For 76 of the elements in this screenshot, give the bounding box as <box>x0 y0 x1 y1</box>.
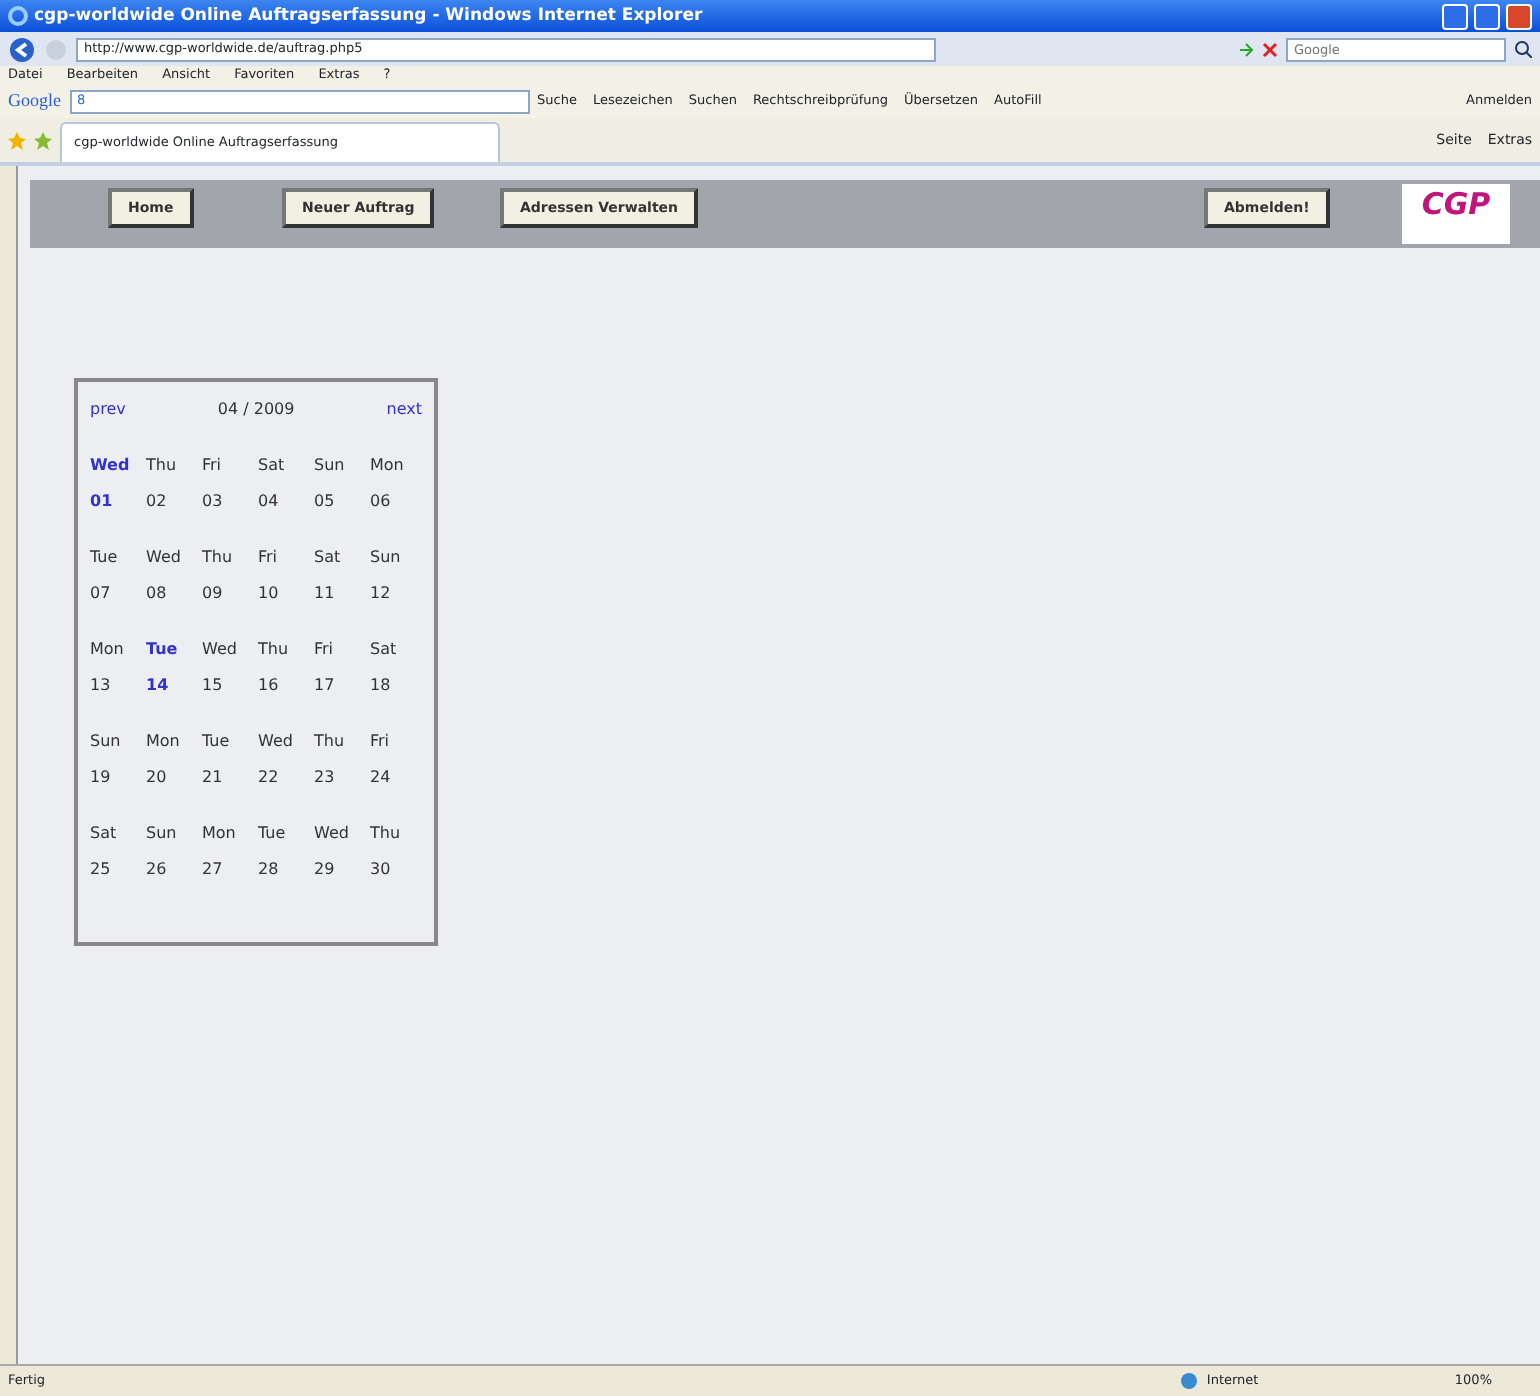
search-icon[interactable] <box>1514 40 1532 58</box>
weekday-label: Mon <box>202 822 238 846</box>
day-link[interactable]: 08 <box>146 582 202 606</box>
weekday-label: Thu <box>146 454 179 478</box>
back-icon[interactable] <box>8 35 36 63</box>
day-link[interactable]: 23 <box>314 766 370 790</box>
day-link[interactable]: 04 <box>258 490 314 514</box>
day-link[interactable]: 20 <box>146 766 202 790</box>
day-link[interactable]: 06 <box>370 490 426 514</box>
day-link[interactable]: 25 <box>90 858 146 882</box>
day-link[interactable]: 17 <box>314 674 370 698</box>
weekday-label: Fri <box>314 638 336 662</box>
day-link[interactable]: 09 <box>202 582 258 606</box>
maximize-button[interactable] <box>1474 3 1500 29</box>
weekday-label: Fri <box>370 730 392 754</box>
favorites-star-icon[interactable] <box>8 131 26 149</box>
weekday-label: Wed <box>202 638 239 662</box>
day-link[interactable]: 02 <box>146 490 202 514</box>
weekday-label: Mon <box>370 454 406 478</box>
weekday-label: Sat <box>90 822 119 846</box>
day-link[interactable]: 30 <box>370 858 426 882</box>
minimize-button[interactable] <box>1442 3 1468 29</box>
day-link[interactable]: 28 <box>258 858 314 882</box>
weekday-label: Thu <box>202 546 235 570</box>
weekday-label: Tue <box>146 638 180 662</box>
weekday-label: Sat <box>258 454 287 478</box>
weekday-label: Sat <box>370 638 399 662</box>
day-link[interactable]: 22 <box>258 766 314 790</box>
weekday-label: Tue <box>258 822 288 846</box>
window-title: cgp-worldwide Online Auftragserfassung - Windows Internet Explorer <box>34 3 703 29</box>
weekday-label: Fri <box>202 454 224 478</box>
weekday-label: Fri <box>258 546 280 570</box>
weekday-label: Wed <box>258 730 295 754</box>
refresh-icon[interactable] <box>1238 41 1254 57</box>
browser-icon <box>8 6 28 26</box>
day-link[interactable]: 10 <box>258 582 314 606</box>
day-link[interactable]: 19 <box>90 766 146 790</box>
weekday-label: Sun <box>90 730 123 754</box>
company-logo: CGP <box>1402 184 1510 244</box>
month-label: 04 / 2009 <box>217 398 295 422</box>
weekday-label: Thu <box>314 730 347 754</box>
day-link[interactable]: 18 <box>370 674 426 698</box>
day-link[interactable]: 01 <box>90 490 146 514</box>
day-link[interactable]: 14 <box>146 674 202 698</box>
weekday-label: Tue <box>90 546 120 570</box>
google-logo: Google <box>8 88 61 115</box>
day-link[interactable]: 27 <box>202 858 258 882</box>
day-link[interactable]: 15 <box>202 674 258 698</box>
day-link[interactable]: 07 <box>90 582 146 606</box>
weekday-label: Sun <box>314 454 347 478</box>
weekday-label: Thu <box>258 638 291 662</box>
weekday-label: Sun <box>146 822 179 846</box>
weekday-label: Wed <box>314 822 351 846</box>
day-link[interactable]: 05 <box>314 490 370 514</box>
weekday-label: Sun <box>370 546 403 570</box>
prev-link[interactable]: prev <box>90 398 126 422</box>
day-link[interactable]: 26 <box>146 858 202 882</box>
weekday-label: Mon <box>146 730 182 754</box>
weekday-label: Sat <box>314 546 343 570</box>
weekday-label: Wed <box>90 454 132 478</box>
day-link[interactable]: 24 <box>370 766 426 790</box>
day-link[interactable]: 13 <box>90 674 146 698</box>
weekday-label: Thu <box>370 822 403 846</box>
weekday-label: Mon <box>90 638 126 662</box>
next-link[interactable]: next <box>386 398 422 422</box>
day-link[interactable]: 29 <box>314 858 370 882</box>
day-link[interactable]: 16 <box>258 674 314 698</box>
globe-icon <box>1180 1372 1199 1390</box>
day-link[interactable]: 12 <box>370 582 426 606</box>
weekday-label: Wed <box>146 546 183 570</box>
close-button[interactable] <box>1506 3 1532 29</box>
weekday-label: Tue <box>202 730 232 754</box>
day-link[interactable]: 21 <box>202 766 258 790</box>
day-link[interactable]: 11 <box>314 582 370 606</box>
stop-icon[interactable] <box>1262 41 1278 57</box>
day-link[interactable]: 03 <box>202 490 258 514</box>
